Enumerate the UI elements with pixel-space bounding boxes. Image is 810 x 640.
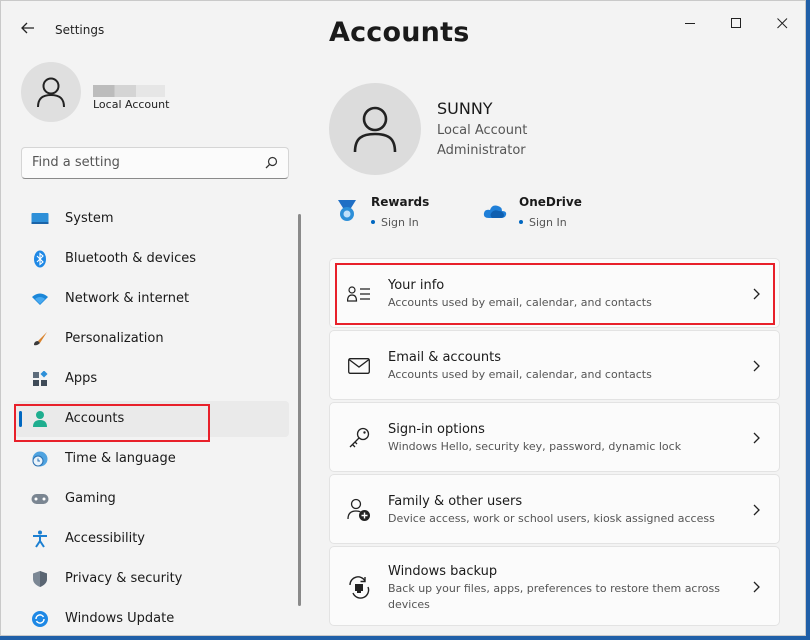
- user-info-icon: [346, 281, 372, 307]
- person-outline-icon: [353, 106, 397, 153]
- close-button[interactable]: [759, 11, 805, 35]
- monitor-icon: [31, 210, 49, 228]
- sidebar-nav: System Bluetooth & devices Network & int…: [15, 201, 289, 635]
- key-icon: [346, 425, 372, 451]
- apps-icon: [31, 370, 49, 388]
- user-name: SUNNY: [437, 99, 493, 118]
- user-avatar[interactable]: [329, 83, 421, 175]
- card-title: Family & other users: [388, 494, 523, 509]
- sidebar-item-time-language[interactable]: Time & language: [15, 441, 289, 477]
- card-subtitle: Device access, work or school users, kio…: [388, 512, 715, 525]
- rewards-sign-in-text: Sign In: [381, 216, 419, 229]
- person-icon: [31, 410, 49, 428]
- rewards-medal-icon: [335, 199, 359, 223]
- onedrive-label: OneDrive: [519, 195, 582, 209]
- search-input[interactable]: [32, 155, 252, 170]
- card-subtitle: Back up your files, apps, preferences to…: [388, 582, 720, 611]
- gamepad-icon: [31, 490, 49, 508]
- chevron-right-icon: [753, 581, 760, 593]
- card-subtitle: Accounts used by email, calendar, and co…: [388, 296, 652, 309]
- sidebar-item-label: Network & internet: [65, 291, 190, 306]
- page-title: Accounts: [329, 17, 470, 48]
- card-title: Windows backup: [388, 564, 498, 579]
- app-title: Settings: [55, 23, 105, 37]
- settings-window: Settings Local Account System Bluetooth …: [0, 0, 806, 636]
- chevron-right-icon: [753, 504, 760, 516]
- search-box[interactable]: [21, 147, 289, 179]
- sidebar-item-network[interactable]: Network & internet: [15, 281, 289, 317]
- sidebar-item-label: Accessibility: [65, 531, 145, 546]
- rewards-label: Rewards: [371, 195, 430, 209]
- active-indicator: [19, 411, 22, 427]
- your-info-card[interactable]: Your info Accounts used by email, calend…: [329, 258, 780, 328]
- back-button[interactable]: [17, 19, 39, 39]
- user-account-type: Local Account: [437, 123, 528, 138]
- profile-name-redacted: [93, 85, 165, 97]
- bluetooth-icon: [31, 250, 49, 268]
- minimize-icon: [684, 22, 695, 24]
- chevron-right-icon: [753, 360, 760, 372]
- sidebar-scrollbar[interactable]: [298, 214, 301, 606]
- onedrive-sign-in-text: Sign In: [529, 216, 567, 229]
- mail-icon: [346, 353, 372, 379]
- accessibility-icon: [31, 530, 49, 548]
- backup-icon: [346, 574, 372, 600]
- search-icon: [265, 156, 278, 169]
- windows-backup-card[interactable]: Windows backup Back up your files, apps,…: [329, 546, 780, 626]
- sidebar-item-apps[interactable]: Apps: [15, 361, 289, 397]
- rewards-service: Rewards Sign In: [335, 193, 465, 233]
- sidebar-item-accounts[interactable]: Accounts: [15, 401, 289, 437]
- maximize-button[interactable]: [713, 11, 759, 35]
- sidebar-item-label: Apps: [65, 371, 98, 386]
- email-accounts-card[interactable]: Email & accounts Accounts used by email,…: [329, 330, 780, 400]
- chevron-right-icon: [753, 432, 760, 444]
- add-user-icon: [346, 497, 372, 523]
- onedrive-sign-in-link[interactable]: Sign In: [519, 216, 567, 229]
- sidebar-item-gaming[interactable]: Gaming: [15, 481, 289, 517]
- card-subtitle: Accounts used by email, calendar, and co…: [388, 368, 652, 381]
- sidebar-item-label: Time & language: [65, 451, 176, 466]
- back-arrow-icon: [21, 22, 34, 34]
- sidebar-item-bluetooth[interactable]: Bluetooth & devices: [15, 241, 289, 277]
- sign-in-options-card[interactable]: Sign-in options Windows Hello, security …: [329, 402, 780, 472]
- sidebar-item-label: Personalization: [65, 331, 164, 346]
- sidebar-item-label: System: [65, 211, 114, 226]
- shield-icon: [31, 570, 49, 588]
- card-title: Sign-in options: [388, 422, 485, 437]
- update-icon: [31, 610, 49, 628]
- maximize-icon: [730, 17, 741, 28]
- sidebar-item-windows-update[interactable]: Windows Update: [15, 601, 289, 635]
- chevron-right-icon: [753, 288, 760, 300]
- onedrive-cloud-icon: [483, 199, 507, 223]
- globe-clock-icon: [31, 450, 49, 468]
- profile-account-type: Local Account: [93, 98, 170, 111]
- sidebar-item-label: Privacy & security: [65, 571, 183, 586]
- person-outline-icon: [37, 77, 65, 108]
- card-title: Your info: [388, 278, 445, 293]
- sidebar-item-privacy[interactable]: Privacy & security: [15, 561, 289, 597]
- rewards-sign-in-link[interactable]: Sign In: [371, 216, 419, 229]
- sidebar-item-system[interactable]: System: [15, 201, 289, 237]
- sidebar-item-personalization[interactable]: Personalization: [15, 321, 289, 357]
- onedrive-service: OneDrive Sign In: [483, 193, 613, 233]
- user-role: Administrator: [437, 143, 526, 158]
- sidebar-item-label: Windows Update: [65, 611, 175, 626]
- close-icon: [776, 17, 787, 28]
- minimize-button[interactable]: [667, 11, 713, 35]
- card-title: Email & accounts: [388, 350, 502, 365]
- sidebar-item-label: Gaming: [65, 491, 116, 506]
- family-other-users-card[interactable]: Family & other users Device access, work…: [329, 474, 780, 544]
- sidebar-item-accessibility[interactable]: Accessibility: [15, 521, 289, 557]
- profile-avatar[interactable]: [21, 62, 81, 122]
- brush-icon: [31, 330, 49, 348]
- wifi-icon: [31, 290, 49, 308]
- sidebar-item-label: Bluetooth & devices: [65, 251, 196, 266]
- card-subtitle: Windows Hello, security key, password, d…: [388, 440, 682, 453]
- sidebar-item-label: Accounts: [65, 411, 125, 426]
